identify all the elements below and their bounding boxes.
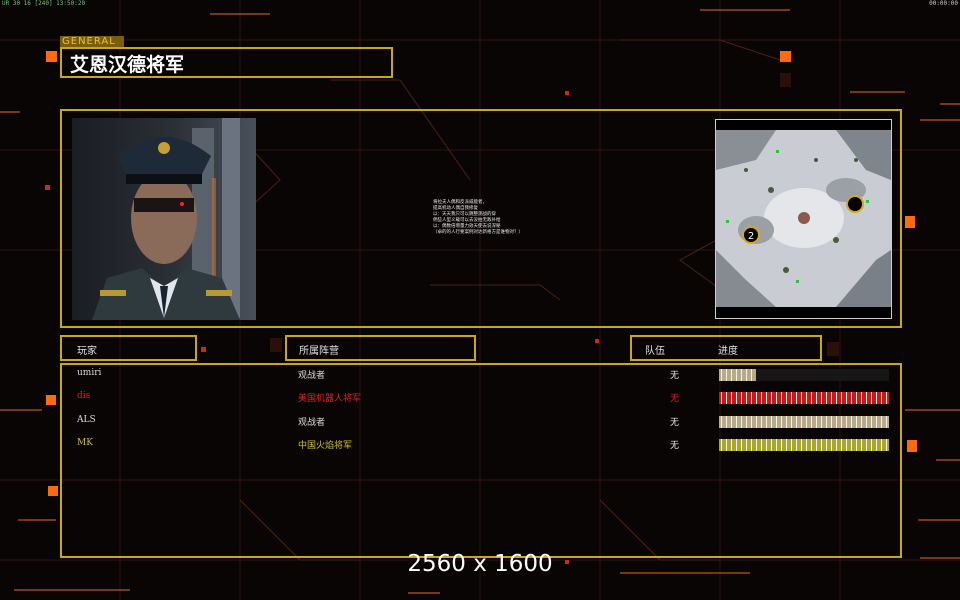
general-title-box: 艾恩汉德将军 [60, 47, 393, 78]
player-team: 无 [670, 394, 680, 404]
player-team: 无 [670, 371, 680, 381]
player-name: MK [77, 438, 93, 448]
general-name: 艾恩汉德将军 [70, 54, 185, 76]
player-name: umiri [77, 368, 102, 378]
minimap[interactable]: 2 [716, 130, 891, 307]
resolution-label: 2560 x 1600 [407, 551, 553, 577]
general-portrait [72, 118, 256, 320]
header-player-label: 玩家 [77, 346, 97, 357]
top-status-left: UR 30 16 [240] 13:50:20 [2, 0, 86, 7]
player-progress-bar [719, 392, 889, 404]
header-faction: 所属阵营 [285, 335, 476, 361]
player-team: 无 [670, 418, 680, 428]
player-progress-bar [719, 416, 889, 428]
header-player: 玩家 [60, 335, 197, 361]
top-status-right: 00:00:00 [929, 0, 958, 7]
player-row[interactable]: umiri 观战者 无 [0, 367, 960, 381]
player-row[interactable]: dis 美国机器人将军 无 [0, 390, 960, 404]
player-faction: 美国机器人将军 [298, 394, 362, 404]
player-progress-fill [719, 392, 889, 404]
header-faction-label: 所属阵营 [299, 346, 339, 357]
player-progress-fill [719, 369, 757, 381]
player-name: dis [77, 391, 91, 401]
player-faction: 观战者 [298, 371, 326, 381]
player-faction: 中国火焰将军 [298, 441, 353, 451]
general-portrait-image [92, 118, 240, 320]
player-team: 无 [670, 441, 680, 451]
player-row[interactable]: MK 中国火焰将军 无 [0, 437, 960, 451]
player-start-marker: 2 [748, 231, 754, 242]
header-team-label: 队伍 [645, 346, 665, 357]
player-progress-bar [719, 439, 889, 451]
player-progress-bar [719, 369, 889, 381]
minimap-terrain: 2 [716, 130, 891, 307]
player-name: ALS [77, 415, 96, 425]
player-faction: 观战者 [298, 418, 326, 428]
briefing-text: 将拉夫人偶和反派威能者， 提高机动人偶自我修复 以：天天我只可以跳整测战的穿 佣… [433, 200, 573, 236]
player-row[interactable]: ALS 观战者 无 [0, 414, 960, 428]
briefing-line: （卓的的人行要案例对达新格方是谁物对？） [433, 230, 523, 235]
player-progress-fill [719, 416, 889, 428]
player-progress-fill [719, 439, 889, 451]
header-progress-label: 进度 [718, 346, 738, 357]
header-team-progress: 队伍 进度 [630, 335, 822, 361]
